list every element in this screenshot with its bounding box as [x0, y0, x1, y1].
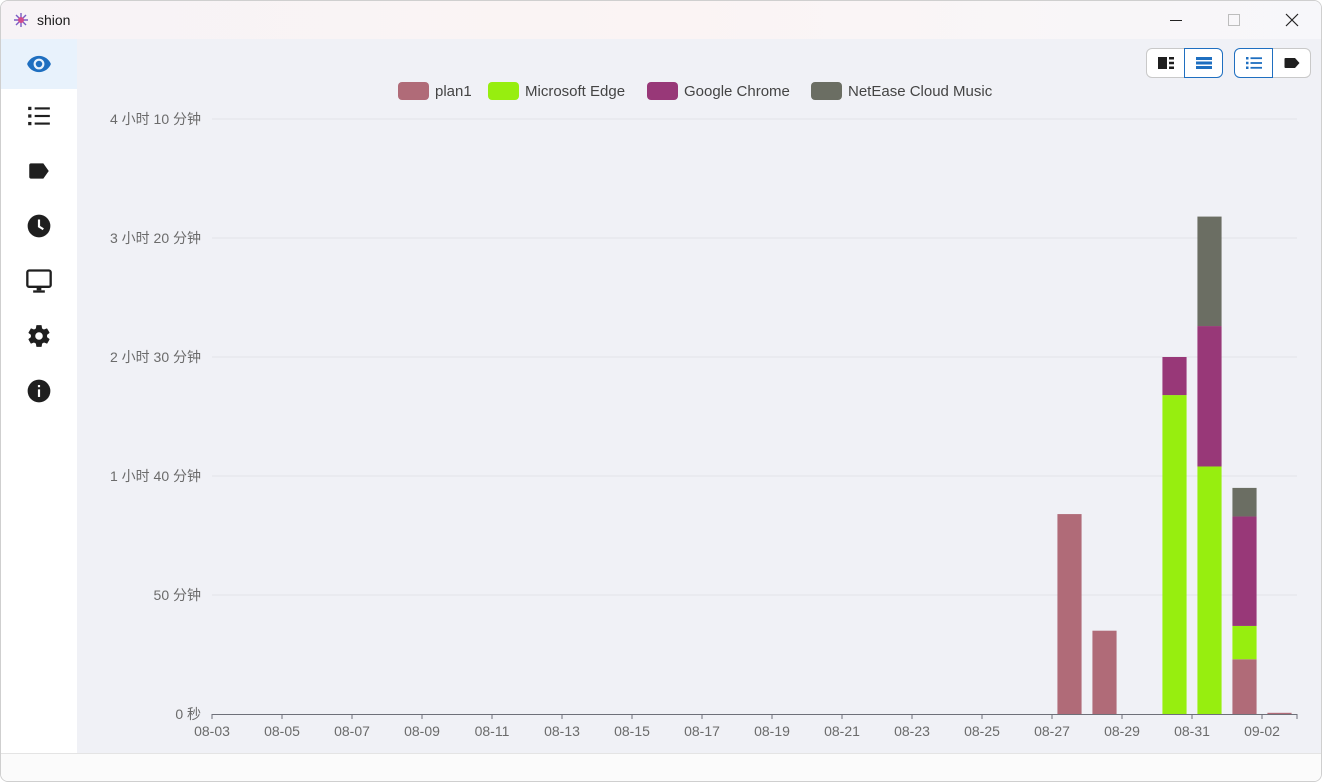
x-tick-label: 08-23 — [894, 723, 930, 739]
title-bar: shion — [1, 1, 1321, 39]
sidebar-item-list[interactable] — [1, 91, 77, 141]
sidebar-item-monitor[interactable] — [1, 256, 77, 306]
sidebar-item-settings[interactable] — [1, 311, 77, 361]
maximize-icon — [1228, 14, 1240, 26]
x-tick-label: 08-21 — [824, 723, 860, 739]
tag-icon — [29, 163, 49, 179]
app-logo-icon — [14, 13, 28, 27]
x-tick-label: 08-05 — [264, 723, 300, 739]
y-tick-label: 4 小时 10 分钟 — [110, 111, 201, 127]
monitor-icon — [26, 269, 52, 293]
x-tick-label: 08-27 — [1034, 723, 1070, 739]
x-tick-label: 08-07 — [334, 723, 370, 739]
stacked-view-icon — [1195, 57, 1212, 69]
bar-plan1[interactable] — [1232, 659, 1257, 714]
bar-netease-cloud-music[interactable] — [1232, 487, 1257, 517]
list-mode-icon — [1245, 57, 1262, 69]
maximize-button[interactable] — [1205, 1, 1263, 39]
x-tick-label: 08-19 — [754, 723, 790, 739]
bar-plan1[interactable] — [1057, 514, 1082, 714]
sidebar-item-about[interactable] — [1, 366, 77, 416]
stacked-bar-chart: 0 秒 50 分钟 1 小时 40 分钟 2 小时 30 分钟 3 小时 20 分钟 4 … — [110, 111, 1298, 739]
list-mode-button[interactable] — [1234, 48, 1273, 78]
bar-google-chrome[interactable] — [1232, 516, 1257, 626]
bar-google-chrome[interactable] — [1162, 357, 1187, 396]
x-tick-label: 09-02 — [1244, 723, 1280, 739]
x-tick-label: 08-17 — [684, 723, 720, 739]
y-tick-label: 0 秒 — [175, 706, 201, 722]
x-tick-label: 08-25 — [964, 723, 1000, 739]
x-tick-label: 08-13 — [544, 723, 580, 739]
sidebar-item-history[interactable] — [1, 201, 77, 251]
y-tick-label: 3 小时 20 分钟 — [110, 230, 201, 246]
x-tick-label: 08-03 — [194, 723, 230, 739]
clock-icon — [27, 214, 51, 238]
window-title: shion — [37, 12, 71, 28]
x-tick-label: 08-29 — [1104, 723, 1140, 739]
status-bar — [1, 753, 1321, 781]
bar-netease-cloud-music[interactable] — [1197, 216, 1222, 327]
close-button[interactable] — [1263, 1, 1321, 39]
minimize-button[interactable] — [1147, 1, 1205, 39]
y-tick-label: 1 小时 40 分钟 — [110, 468, 201, 484]
sidebar-item-tags[interactable] — [1, 146, 77, 196]
y-tick-label: 50 分钟 — [154, 587, 201, 603]
eye-icon — [27, 55, 51, 73]
bar-google-chrome[interactable] — [1197, 326, 1222, 467]
bar-microsoft-edge[interactable] — [1197, 466, 1222, 714]
app-window: shion plan1 Microsoft Edge Google Chrome… — [0, 0, 1322, 782]
info-icon — [27, 379, 51, 403]
bar-microsoft-edge[interactable] — [1232, 625, 1257, 660]
minimize-icon — [1170, 20, 1182, 21]
sidebar — [1, 39, 77, 753]
bar-plan1[interactable] — [1267, 712, 1292, 714]
close-icon — [1285, 13, 1299, 27]
x-tick-label: 08-31 — [1174, 723, 1210, 739]
stacked-view-button[interactable] — [1184, 48, 1223, 78]
main-panel: plan1 Microsoft Edge Google Chrome NetEa… — [77, 39, 1321, 753]
sidebar-item-overview[interactable] — [1, 39, 77, 89]
x-tick-label: 08-09 — [404, 723, 440, 739]
gear-icon — [28, 325, 50, 347]
x-tick-label: 08-15 — [614, 723, 650, 739]
bar-microsoft-edge[interactable] — [1162, 395, 1187, 714]
y-tick-label: 2 小时 30 分钟 — [110, 349, 201, 365]
bar-plan1[interactable] — [1092, 630, 1117, 714]
x-tick-label: 08-11 — [475, 723, 510, 739]
list-icon — [28, 106, 50, 126]
